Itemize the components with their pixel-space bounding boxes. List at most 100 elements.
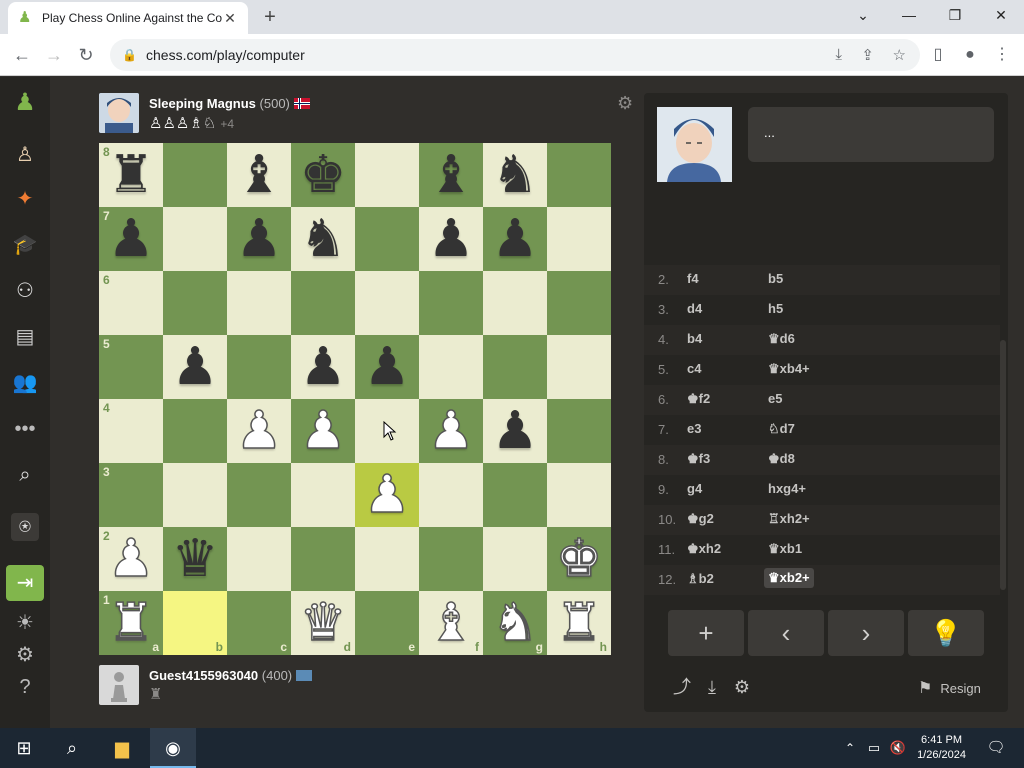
- square-g4[interactable]: ♟: [483, 399, 547, 463]
- square-d1[interactable]: d ♛: [291, 591, 355, 655]
- back-icon[interactable]: ←: [10, 43, 34, 67]
- square-c5[interactable]: [227, 335, 291, 399]
- taskbar-search-icon[interactable]: ⌕: [60, 736, 84, 760]
- square-h2[interactable]: ♚: [547, 527, 611, 591]
- square-a5[interactable]: 5: [99, 335, 163, 399]
- square-b7[interactable]: [163, 207, 227, 271]
- square-d3[interactable]: [291, 463, 355, 527]
- learn-icon[interactable]: 🎓: [11, 231, 39, 259]
- black-move[interactable]: b5: [764, 271, 787, 286]
- square-a4[interactable]: 4: [99, 399, 163, 463]
- reload-icon[interactable]: ↻: [74, 43, 98, 67]
- square-f6[interactable]: [419, 271, 483, 335]
- black-pawn-piece[interactable]: ♟: [492, 405, 539, 457]
- more-icon[interactable]: •••: [11, 415, 39, 443]
- white-pawn-piece[interactable]: ♟: [363, 468, 411, 522]
- chrome-taskbar-icon[interactable]: ◉: [150, 728, 196, 768]
- square-c6[interactable]: [227, 271, 291, 335]
- square-a3[interactable]: 3: [99, 463, 163, 527]
- white-move[interactable]: b4: [687, 331, 702, 346]
- white-pawn-piece[interactable]: ♟: [107, 532, 155, 586]
- black-pawn-piece[interactable]: ♟: [172, 341, 219, 393]
- play-icon[interactable]: ♙: [11, 141, 39, 169]
- black-pawn-piece[interactable]: ♟: [108, 213, 155, 265]
- square-f3[interactable]: [419, 463, 483, 527]
- volume-muted-icon[interactable]: 🔇: [886, 736, 910, 760]
- white-rook-piece[interactable]: ♜: [107, 596, 155, 650]
- white-move[interactable]: ♚f3: [687, 451, 710, 467]
- square-h5[interactable]: [547, 335, 611, 399]
- square-a7[interactable]: 7 ♟: [99, 207, 163, 271]
- square-b6[interactable]: [163, 271, 227, 335]
- bookmark-star-icon[interactable]: ☆: [893, 46, 906, 64]
- white-pawn-piece[interactable]: ♟: [299, 404, 347, 458]
- square-b4[interactable]: [163, 399, 227, 463]
- black-move[interactable]: ♚d8: [764, 451, 799, 467]
- white-knight-piece[interactable]: ♞: [491, 596, 539, 650]
- black-move[interactable]: h5: [764, 301, 787, 316]
- square-g7[interactable]: ♟: [483, 207, 547, 271]
- watch-icon[interactable]: ⚇: [11, 277, 39, 305]
- square-h6[interactable]: [547, 271, 611, 335]
- share-icon[interactable]: ⤴: [671, 676, 693, 698]
- square-a2[interactable]: 2 ♟: [99, 527, 163, 591]
- tray-chevron-icon[interactable]: ⌃: [838, 736, 862, 760]
- bot-avatar[interactable]: [99, 93, 139, 133]
- previous-move-button[interactable]: ‹: [748, 610, 824, 656]
- square-f1[interactable]: f ♝: [419, 591, 483, 655]
- black-pawn-piece[interactable]: ♟: [364, 341, 411, 393]
- square-h1[interactable]: h ♜: [547, 591, 611, 655]
- black-knight-piece[interactable]: ♞: [300, 213, 347, 265]
- white-move[interactable]: ♚xh2: [687, 541, 721, 557]
- black-rook-piece[interactable]: ♜: [108, 149, 155, 201]
- black-pawn-piece[interactable]: ♟: [492, 213, 539, 265]
- white-move[interactable]: e3: [687, 421, 701, 436]
- square-e5[interactable]: ♟: [355, 335, 419, 399]
- black-move[interactable]: ♘d7: [764, 421, 799, 437]
- black-move[interactable]: ♛d6: [764, 331, 799, 347]
- black-move[interactable]: ♛xb2+: [764, 568, 814, 588]
- square-h7[interactable]: [547, 207, 611, 271]
- black-queen-piece[interactable]: ♛: [172, 533, 219, 585]
- square-d8[interactable]: ♚: [291, 143, 355, 207]
- square-h3[interactable]: [547, 463, 611, 527]
- theme-icon[interactable]: ☀: [11, 609, 39, 637]
- new-game-button[interactable]: +: [668, 610, 744, 656]
- profile-avatar[interactable]: ●: [958, 43, 982, 67]
- help-icon[interactable]: ?: [11, 673, 39, 701]
- square-b8[interactable]: [163, 143, 227, 207]
- square-d6[interactable]: [291, 271, 355, 335]
- black-move[interactable]: e5: [764, 391, 786, 406]
- puzzles-icon[interactable]: ✦: [11, 185, 39, 213]
- address-bar[interactable]: 🔒 chess.com/play/computer ⤓ ⇪ ☆: [110, 39, 920, 71]
- browser-tab[interactable]: ♟ Play Chess Online Against the Co ✕: [8, 2, 248, 34]
- windows-start-icon[interactable]: ⊞: [12, 736, 36, 760]
- square-e3[interactable]: ♟: [355, 463, 419, 527]
- notifications-icon[interactable]: 🗨: [984, 736, 1008, 760]
- share-icon[interactable]: ⇪: [861, 46, 874, 64]
- news-icon[interactable]: ▤: [11, 323, 39, 351]
- black-move[interactable]: ♛xb4+: [764, 361, 814, 377]
- square-h4[interactable]: [547, 399, 611, 463]
- square-a8[interactable]: 8 ♜: [99, 143, 163, 207]
- square-c4[interactable]: ♟: [227, 399, 291, 463]
- install-icon[interactable]: ⤓: [835, 46, 842, 63]
- square-d2[interactable]: [291, 527, 355, 591]
- file-explorer-icon[interactable]: ▆: [110, 736, 134, 760]
- white-move[interactable]: ♚f2: [687, 391, 710, 407]
- black-move[interactable]: hxg4+: [764, 481, 810, 496]
- square-b1[interactable]: b: [163, 591, 227, 655]
- white-move[interactable]: f4: [687, 271, 699, 286]
- white-bishop-piece[interactable]: ♝: [427, 596, 475, 650]
- square-d5[interactable]: ♟: [291, 335, 355, 399]
- square-g5[interactable]: [483, 335, 547, 399]
- black-king-piece[interactable]: ♚: [300, 149, 347, 201]
- system-clock[interactable]: 6:41 PM 1/26/2024: [917, 733, 966, 763]
- square-f2[interactable]: [419, 527, 483, 591]
- square-g1[interactable]: g ♞: [483, 591, 547, 655]
- square-f7[interactable]: ♟: [419, 207, 483, 271]
- square-c8[interactable]: ♝: [227, 143, 291, 207]
- menu-kebab-icon[interactable]: ⋮: [990, 43, 1014, 67]
- square-c1[interactable]: c: [227, 591, 291, 655]
- black-move[interactable]: ♖xh2+: [764, 511, 814, 527]
